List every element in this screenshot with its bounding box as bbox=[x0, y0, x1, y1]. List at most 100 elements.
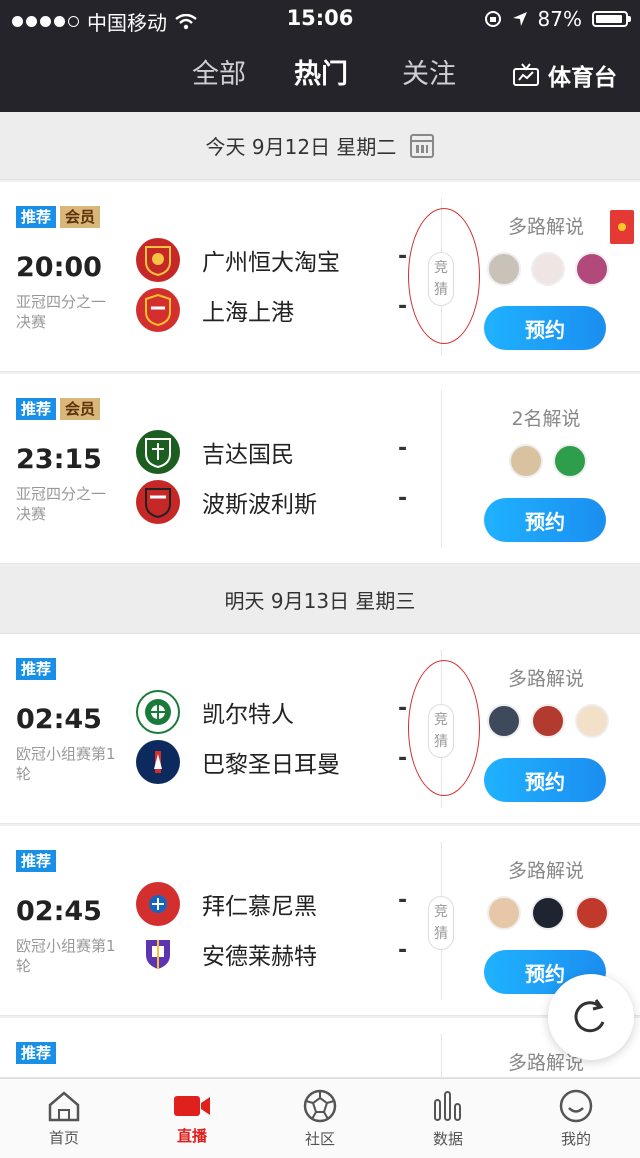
recommend-badge: 推荐 bbox=[16, 850, 57, 872]
match-time: 02:45 bbox=[16, 704, 102, 735]
match-badges: 推荐 bbox=[16, 1042, 57, 1064]
battery-icon bbox=[592, 11, 631, 27]
shanghai-crest-icon bbox=[136, 288, 180, 332]
avatar[interactable] bbox=[575, 252, 609, 286]
home-score: - bbox=[398, 888, 408, 913]
commentator-avatars bbox=[484, 896, 612, 930]
tab-follow[interactable]: 关注 bbox=[402, 52, 456, 91]
match-competition: 亚冠四分之一决赛 bbox=[16, 293, 107, 331]
bottom-nav: 首页 直播 社区 数据 我的 bbox=[0, 1078, 640, 1158]
home-icon bbox=[48, 1091, 80, 1122]
book-button[interactable]: 预约 bbox=[484, 758, 606, 802]
rotation-lock-icon bbox=[484, 11, 501, 27]
away-score: - bbox=[398, 746, 408, 771]
avatar[interactable] bbox=[553, 444, 587, 478]
status-bar: 中国移动 15:06 87% bbox=[0, 0, 640, 36]
annotation-circle bbox=[408, 660, 480, 796]
avatar[interactable] bbox=[575, 704, 609, 738]
match-time: 23:15 bbox=[16, 444, 102, 475]
divider bbox=[441, 1034, 442, 1077]
match-time: 02:45 bbox=[16, 896, 102, 927]
nav-community-label: 社区 bbox=[304, 1130, 335, 1148]
refresh-icon bbox=[574, 999, 605, 1033]
psg-crest-icon bbox=[136, 740, 180, 784]
commentator-avatars bbox=[484, 704, 612, 738]
avatar[interactable] bbox=[509, 444, 543, 478]
away-team: 上海上港 bbox=[136, 288, 294, 332]
book-button[interactable]: 预约 bbox=[484, 498, 606, 542]
nav-data[interactable]: 数据 bbox=[384, 1079, 512, 1158]
tab-all[interactable]: 全部 bbox=[192, 52, 246, 91]
match-competition: 亚冠四分之一决赛 bbox=[16, 485, 107, 523]
red-envelope-icon[interactable] bbox=[610, 210, 634, 244]
video-camera-icon bbox=[174, 1096, 210, 1116]
home-team: 广州恒大淘宝 bbox=[136, 238, 340, 282]
persepolis-crest-icon bbox=[136, 480, 180, 524]
calendar-icon[interactable] bbox=[410, 133, 435, 158]
away-team: 波斯波利斯 bbox=[136, 480, 317, 524]
annotation-circle bbox=[408, 208, 480, 344]
home-team-name: 拜仁慕尼黑 bbox=[202, 894, 317, 920]
battery-percent: 87% bbox=[537, 7, 582, 31]
tab-hot[interactable]: 热门 bbox=[294, 52, 348, 91]
commentary-label: 2名解说 bbox=[511, 408, 581, 430]
away-team-name: 巴黎圣日耳曼 bbox=[202, 752, 340, 778]
nav-data-label: 数据 bbox=[432, 1130, 463, 1148]
match-card[interactable]: 推荐 会员 20:00 亚冠四分之一决赛 广州恒大淘宝 上海上港 - - 竞猜 … bbox=[0, 182, 640, 372]
recommend-badge: 推荐 bbox=[16, 398, 57, 420]
away-team-name: 上海上港 bbox=[202, 300, 294, 326]
avatar[interactable] bbox=[487, 252, 521, 286]
away-team-name: 波斯波利斯 bbox=[202, 492, 317, 518]
nav-mine[interactable]: 我的 bbox=[512, 1079, 640, 1158]
match-card[interactable]: 推荐 多路解说 bbox=[0, 1018, 640, 1078]
nav-home[interactable]: 首页 bbox=[0, 1079, 128, 1158]
away-team: 巴黎圣日耳曼 bbox=[136, 740, 340, 784]
match-card[interactable]: 推荐 02:45 欧冠小组赛第1轮 拜仁慕尼黑 安德莱赫特 - - 竞猜 多路解… bbox=[0, 826, 640, 1016]
divider bbox=[441, 390, 442, 548]
home-team-name: 广州恒大淘宝 bbox=[202, 250, 340, 276]
commentator-avatars bbox=[484, 444, 612, 478]
away-score: - bbox=[398, 938, 408, 963]
home-team-name: 凯尔特人 bbox=[202, 702, 294, 728]
match-badges: 推荐 bbox=[16, 850, 57, 872]
match-card[interactable]: 推荐 02:45 欧冠小组赛第1轮 凯尔特人 巴黎圣日耳曼 - - 竞猜 多路解… bbox=[0, 634, 640, 824]
avatar[interactable] bbox=[487, 704, 521, 738]
home-score: - bbox=[398, 696, 408, 721]
match-badges: 推荐 会员 bbox=[16, 206, 101, 228]
avatar[interactable] bbox=[531, 704, 565, 738]
avatar[interactable] bbox=[531, 252, 565, 286]
avatar[interactable] bbox=[531, 896, 565, 930]
match-time: 20:00 bbox=[16, 252, 102, 283]
tab-sports-tv-label: 体育台 bbox=[548, 65, 617, 91]
date-label: 今天 9月12日 星期二 bbox=[205, 135, 397, 159]
status-right: 87% bbox=[484, 7, 631, 31]
match-competition: 欧冠小组赛第1轮 bbox=[16, 745, 116, 783]
tv-icon bbox=[513, 63, 539, 86]
away-score: - bbox=[398, 294, 408, 319]
nav-live-label: 直播 bbox=[176, 1127, 207, 1145]
match-badges: 推荐 会员 bbox=[16, 398, 101, 420]
match-competition: 欧冠小组赛第1轮 bbox=[16, 937, 116, 975]
home-score: - bbox=[398, 244, 408, 269]
soccer-ball-icon bbox=[303, 1089, 337, 1123]
commentator-avatars bbox=[484, 252, 612, 286]
tab-sports-tv[interactable]: 体育台 bbox=[512, 58, 617, 92]
refresh-button[interactable] bbox=[548, 974, 634, 1060]
date-header-today: 今天 9月12日 星期二 bbox=[0, 112, 640, 180]
top-bar: 中国移动 15:06 87% 全部 热门 关注 体育台 bbox=[0, 0, 640, 112]
bayern-crest-icon bbox=[136, 882, 180, 926]
nav-community[interactable]: 社区 bbox=[256, 1079, 384, 1158]
home-team-name: 吉达国民 bbox=[202, 442, 294, 468]
away-team: 安德莱赫特 bbox=[136, 932, 317, 976]
avatar[interactable] bbox=[575, 896, 609, 930]
guess-button[interactable]: 竞猜 bbox=[428, 896, 454, 950]
avatar[interactable] bbox=[487, 896, 521, 930]
channel-tabs: 全部 热门 关注 体育台 bbox=[0, 52, 640, 96]
book-button[interactable]: 预约 bbox=[484, 306, 606, 350]
home-team: 吉达国民 bbox=[136, 430, 294, 474]
recommend-badge: 推荐 bbox=[16, 658, 57, 680]
away-score: - bbox=[398, 486, 408, 511]
nav-live[interactable]: 直播 bbox=[128, 1079, 256, 1158]
commentary-label: 多路解说 bbox=[507, 860, 584, 882]
match-card[interactable]: 推荐 会员 23:15 亚冠四分之一决赛 吉达国民 波斯波利斯 - - 2名解说… bbox=[0, 374, 640, 564]
